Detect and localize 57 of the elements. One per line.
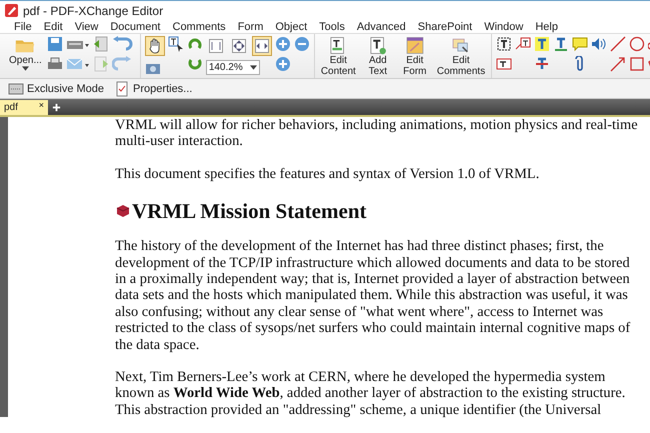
cube-bullet-icon [115, 203, 131, 220]
paragraph: The history of the development of the Internet has had three distinct phases; first, the development of the TCP/IP infrastructure which allowed documents and data to be stored in a proximally independent way; that is, Internet provided a layer of abstraction between data sets and the hosts which manipulated them. While this abstraction was useful, it was also confusing; without any clear sense of "what went where", access to Internet was restricted to the class of sysops/net surfers who could maintain internal cognitive maps of the data space. [115, 238, 632, 354]
line-icon[interactable] [610, 36, 626, 52]
menu-item[interactable]: Document [104, 20, 166, 32]
circle-icon[interactable] [629, 36, 646, 52]
toolbar-button[interactable]: Exclusive Mode [6, 80, 106, 96]
menu-item[interactable]: Edit [38, 20, 69, 32]
toolbar-button[interactable]: Edit Comments [434, 36, 488, 77]
zoom-in-icon[interactable] [274, 56, 291, 72]
open-button[interactable]: Open... [7, 36, 44, 71]
menu-item[interactable]: Comments [166, 20, 232, 32]
close-tab-button[interactable]: × [38, 100, 44, 110]
caret-icon [250, 65, 257, 70]
toolbar-button[interactable]: Edit Form [398, 36, 432, 77]
menu-item[interactable]: Advanced [350, 20, 412, 32]
document-tab[interactable]: pdf × [0, 100, 48, 115]
hand-tool-icon[interactable] [144, 36, 165, 56]
arrow-icon[interactable] [610, 56, 626, 72]
highlight-text-icon[interactable] [534, 36, 550, 52]
paragraph: VRML will allow for richer behaviors, including animations, motion physics and real-time multi-user interaction. [115, 117, 639, 150]
printer-icon[interactable] [46, 56, 63, 72]
toolbar-button[interactable]: Edit Content [318, 36, 358, 77]
tab-label[interactable]: pdf [4, 102, 18, 113]
sticky-note-icon[interactable] [572, 36, 588, 52]
caret-icon [22, 66, 29, 71]
section-heading: VRML Mission Statement [132, 198, 366, 224]
previous-page-icon[interactable] [92, 36, 109, 52]
zoom-out-icon[interactable] [294, 36, 310, 52]
zoom-dropdown[interactable]: 140.2% [206, 60, 260, 75]
menu-item[interactable]: SharePoint [412, 20, 478, 32]
menu-item[interactable]: Form [232, 20, 270, 32]
menu-item[interactable]: Object [269, 20, 314, 32]
text-select-icon[interactable] [168, 36, 184, 52]
new-tab-icon[interactable] [52, 103, 61, 112]
zoom-in-icon[interactable] [274, 36, 291, 52]
speaker-icon[interactable] [591, 36, 608, 52]
rectangle-icon[interactable] [629, 56, 646, 72]
fit-width-icon[interactable] [252, 36, 272, 56]
save-icon[interactable] [46, 36, 63, 52]
menu-item[interactable]: File [8, 20, 38, 32]
menu-item[interactable]: Help [529, 20, 564, 32]
menu-item[interactable]: Tools [313, 20, 351, 32]
text-box-icon[interactable] [496, 56, 512, 72]
underline-text-icon[interactable] [553, 36, 570, 52]
add-text-icon [368, 36, 388, 55]
menu-item[interactable]: Window [478, 20, 530, 32]
callout-icon[interactable] [515, 36, 532, 52]
paragraph: Next, Tim Berners-Lee’s work at CERN, where he developed the hypermedia system known as World Wide Web, added another layer of abstraction to the existing structure. This abstraction provided an "addressing" scheme, a unique identifier (the Universal [115, 369, 626, 418]
window-title: pdf - PDF-XChange Editor [23, 4, 164, 18]
typewriter-icon[interactable] [496, 36, 512, 52]
toolbar-button[interactable]: Properties... [112, 80, 194, 96]
form-icon [404, 36, 425, 55]
paragraph: This document specifies the features and syntax of Version 1.0 of VRML. [115, 166, 540, 182]
strikeout-text-icon[interactable] [534, 56, 550, 72]
toolbar-button[interactable]: Add Text [360, 36, 395, 77]
menu-item[interactable]: View [68, 20, 104, 32]
app-logo-icon [5, 4, 18, 17]
